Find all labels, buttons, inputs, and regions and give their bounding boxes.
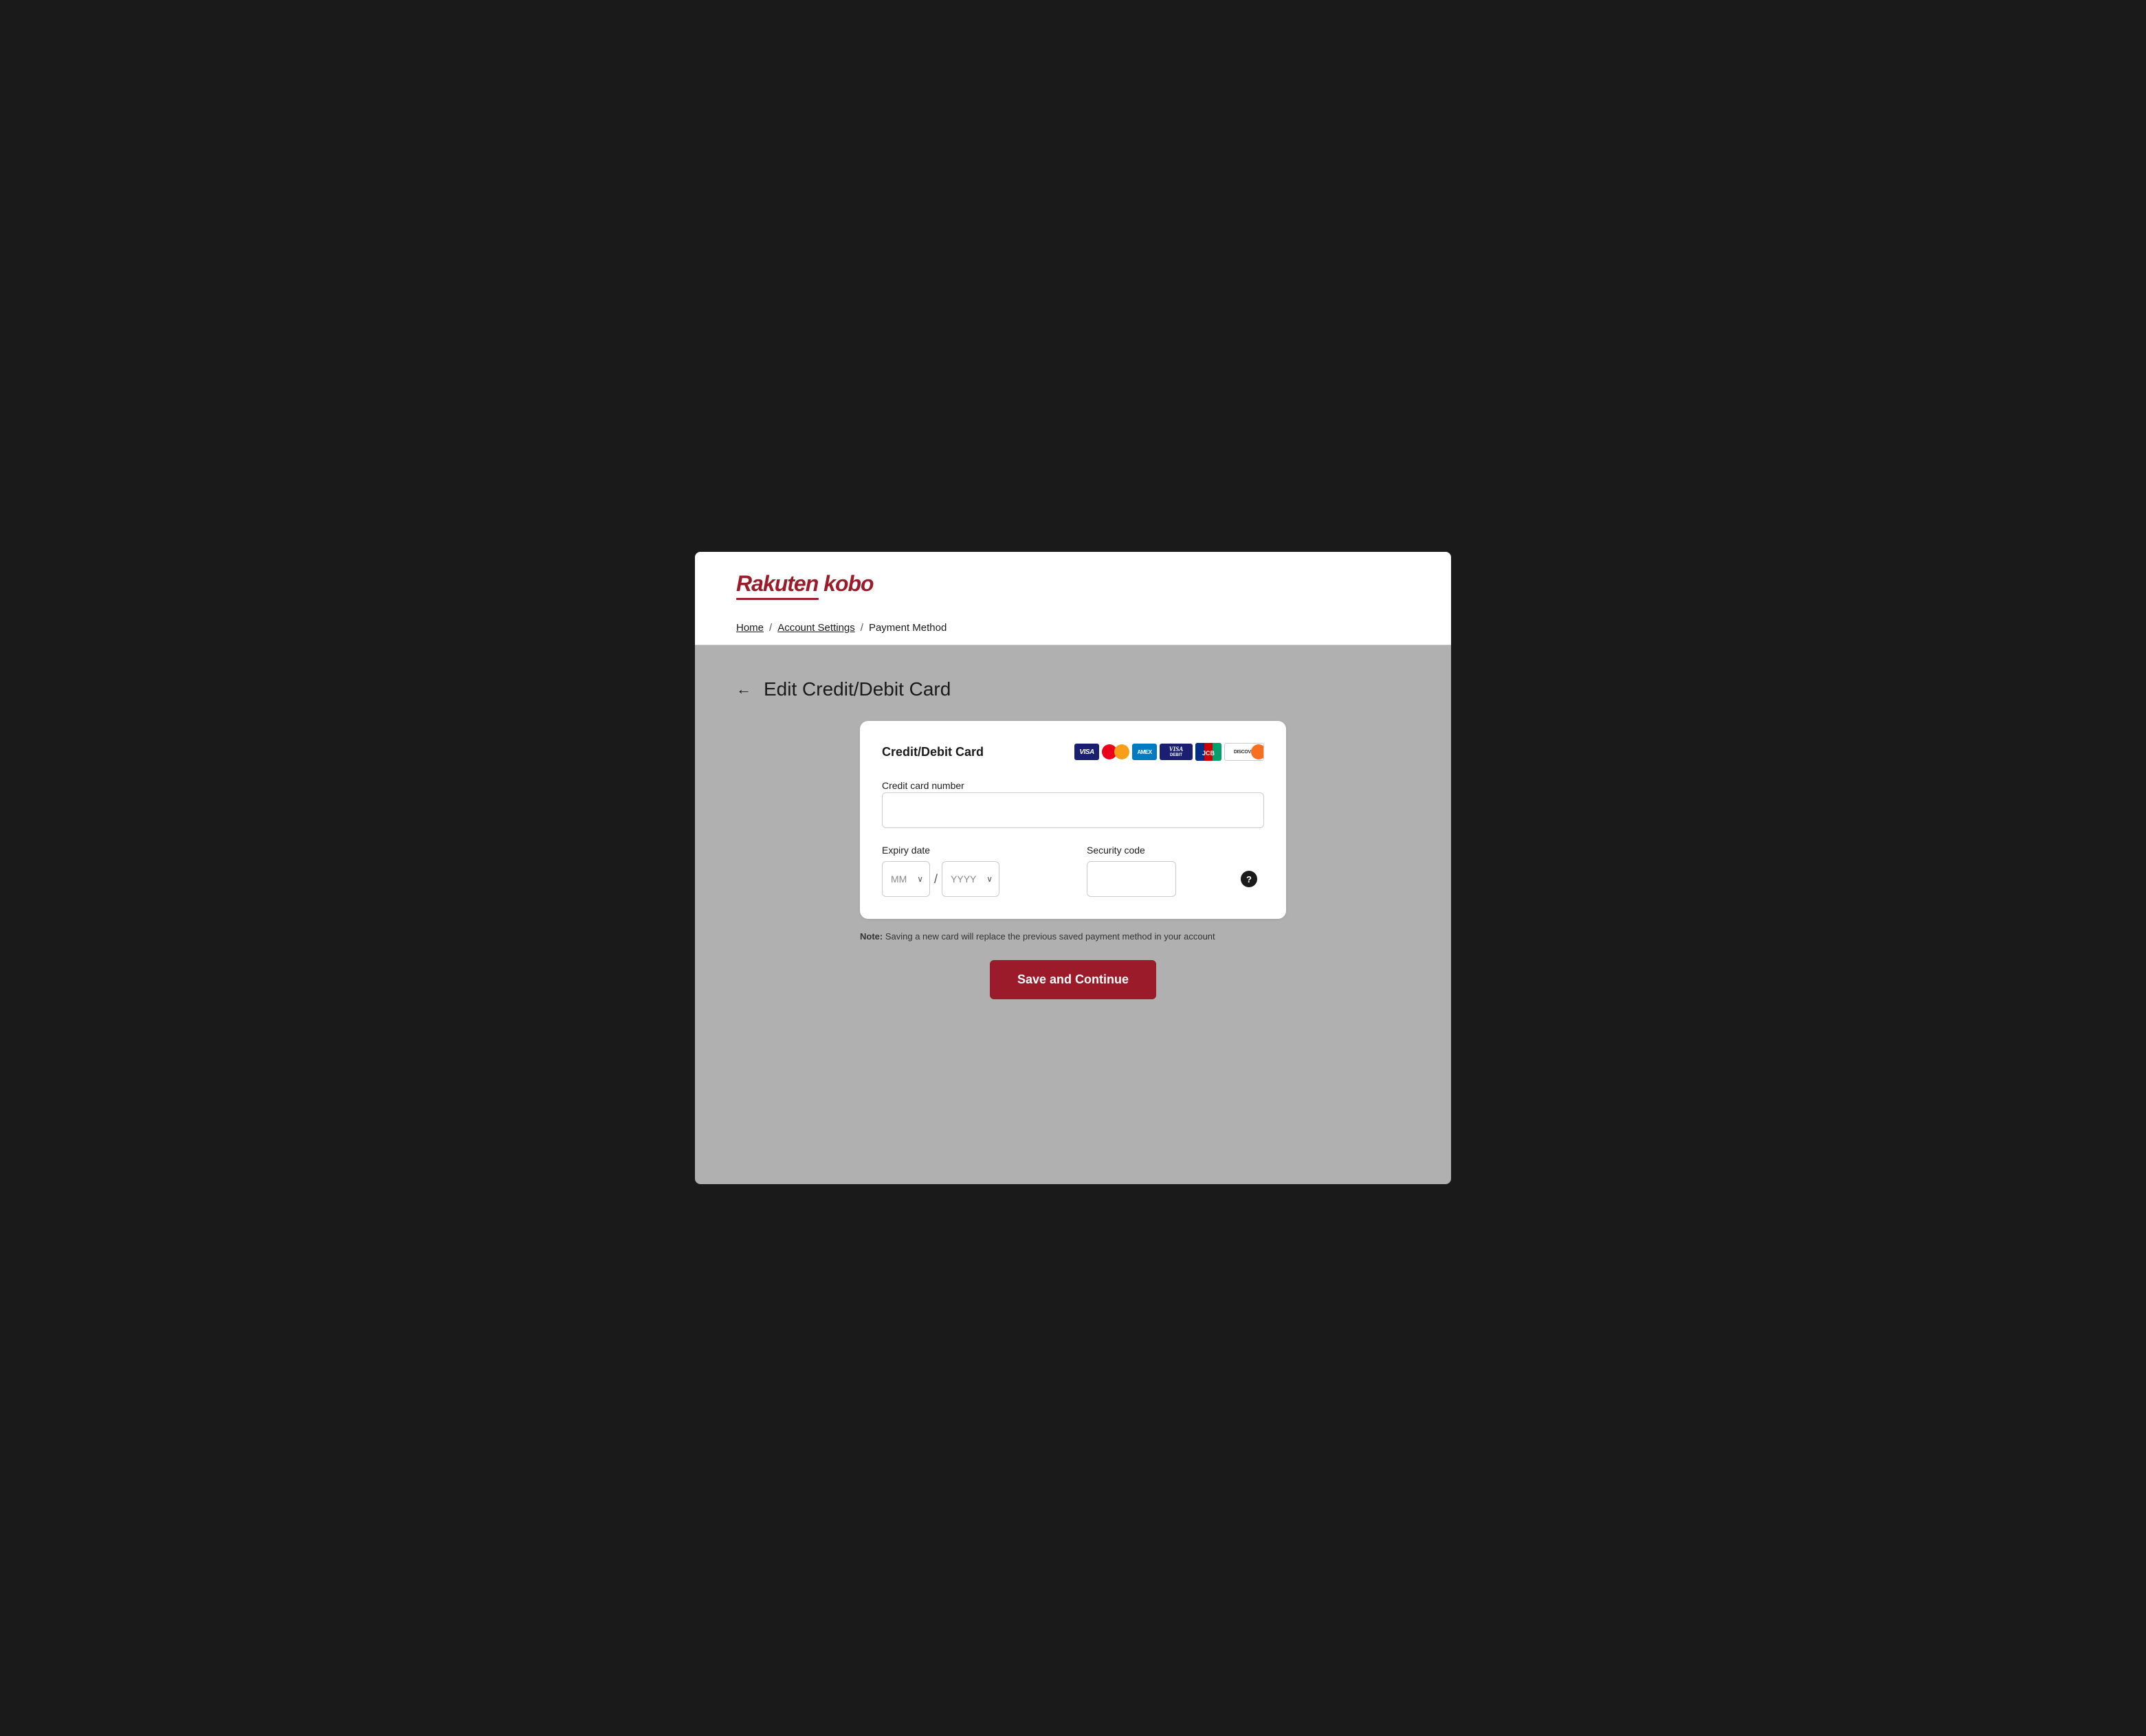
expiry-security-row: Expiry date MM 010203 040506 070809 1011…: [882, 845, 1264, 897]
security-help-icon[interactable]: ?: [1241, 871, 1257, 887]
breadcrumb: Home / Account Settings / Payment Method: [736, 612, 1410, 645]
security-code-input[interactable]: [1087, 861, 1176, 897]
logo: Rakuten kobo: [736, 571, 1410, 600]
main-content: ← Edit Credit/Debit Card Credit/Debit Ca…: [695, 645, 1451, 1032]
form-section: Credit/Debit Card VISA AMEX VI: [853, 721, 1293, 999]
expiry-slash: /: [934, 872, 938, 887]
card-form-header: Credit/Debit Card VISA AMEX VI: [882, 743, 1264, 761]
mastercard-logo-icon: [1102, 743, 1129, 761]
expiry-inputs: MM 010203 040506 070809 101112 /: [882, 861, 1059, 897]
expiry-year-wrapper: YYYY 202420252026 202720282029 203020312…: [942, 861, 999, 897]
security-input-wrapper: ?: [1087, 861, 1264, 897]
visa-logo-icon: VISA: [1074, 744, 1099, 760]
header-bar: Rakuten kobo Home / Account Settings / P…: [695, 552, 1451, 645]
logo-text[interactable]: Rakuten kobo: [736, 571, 1410, 597]
amex-logo-icon: AMEX: [1132, 744, 1157, 760]
expiry-group: Expiry date MM 010203 040506 070809 1011…: [882, 845, 1059, 897]
window-frame: Rakuten kobo Home / Account Settings / P…: [695, 552, 1451, 1184]
mc-right-circle: [1114, 744, 1129, 759]
page-header-row: ← Edit Credit/Debit Card: [736, 678, 951, 700]
note-bold: Note:: [860, 931, 883, 942]
save-continue-button[interactable]: Save and Continue: [990, 960, 1156, 999]
back-arrow-icon[interactable]: ←: [736, 680, 751, 698]
svg-text:JCB: JCB: [1202, 750, 1215, 757]
security-label: Security code: [1087, 845, 1264, 856]
breadcrumb-home[interactable]: Home: [736, 622, 764, 634]
credit-card-number-input[interactable]: [882, 792, 1264, 828]
expiry-month-wrapper: MM 010203 040506 070809 101112: [882, 861, 930, 897]
security-group: Security code ?: [1087, 845, 1264, 897]
visa-debit-logo-icon: VISA DEBIT: [1160, 744, 1193, 760]
credit-card-number-group: Credit card number: [882, 780, 1264, 828]
note-text: Note: Saving a new card will replace the…: [860, 930, 1286, 944]
expiry-month-select[interactable]: MM 010203 040506 070809 101112: [882, 861, 930, 897]
expiry-label: Expiry date: [882, 845, 1059, 856]
breadcrumb-sep-1: /: [769, 622, 772, 634]
credit-card-number-label: Credit card number: [882, 780, 964, 791]
breadcrumb-current: Payment Method: [869, 622, 947, 634]
discover-circle: [1251, 744, 1264, 759]
card-form-container: Credit/Debit Card VISA AMEX VI: [860, 721, 1286, 919]
card-form-title: Credit/Debit Card: [882, 745, 984, 759]
discover-logo-icon: DISCOVER: [1224, 743, 1264, 761]
breadcrumb-account-settings[interactable]: Account Settings: [777, 622, 855, 634]
jcb-logo-icon: JCB: [1195, 743, 1221, 761]
expiry-year-select[interactable]: YYYY 202420252026 202720282029 203020312…: [942, 861, 999, 897]
card-logos: VISA AMEX VISA DEBIT: [1074, 743, 1264, 761]
jcb-svg: JCB: [1195, 743, 1221, 761]
breadcrumb-sep-2: /: [861, 622, 863, 634]
page-title: Edit Credit/Debit Card: [764, 678, 951, 700]
note-body: Saving a new card will replace the previ…: [883, 931, 1215, 942]
logo-underline: [736, 598, 819, 600]
